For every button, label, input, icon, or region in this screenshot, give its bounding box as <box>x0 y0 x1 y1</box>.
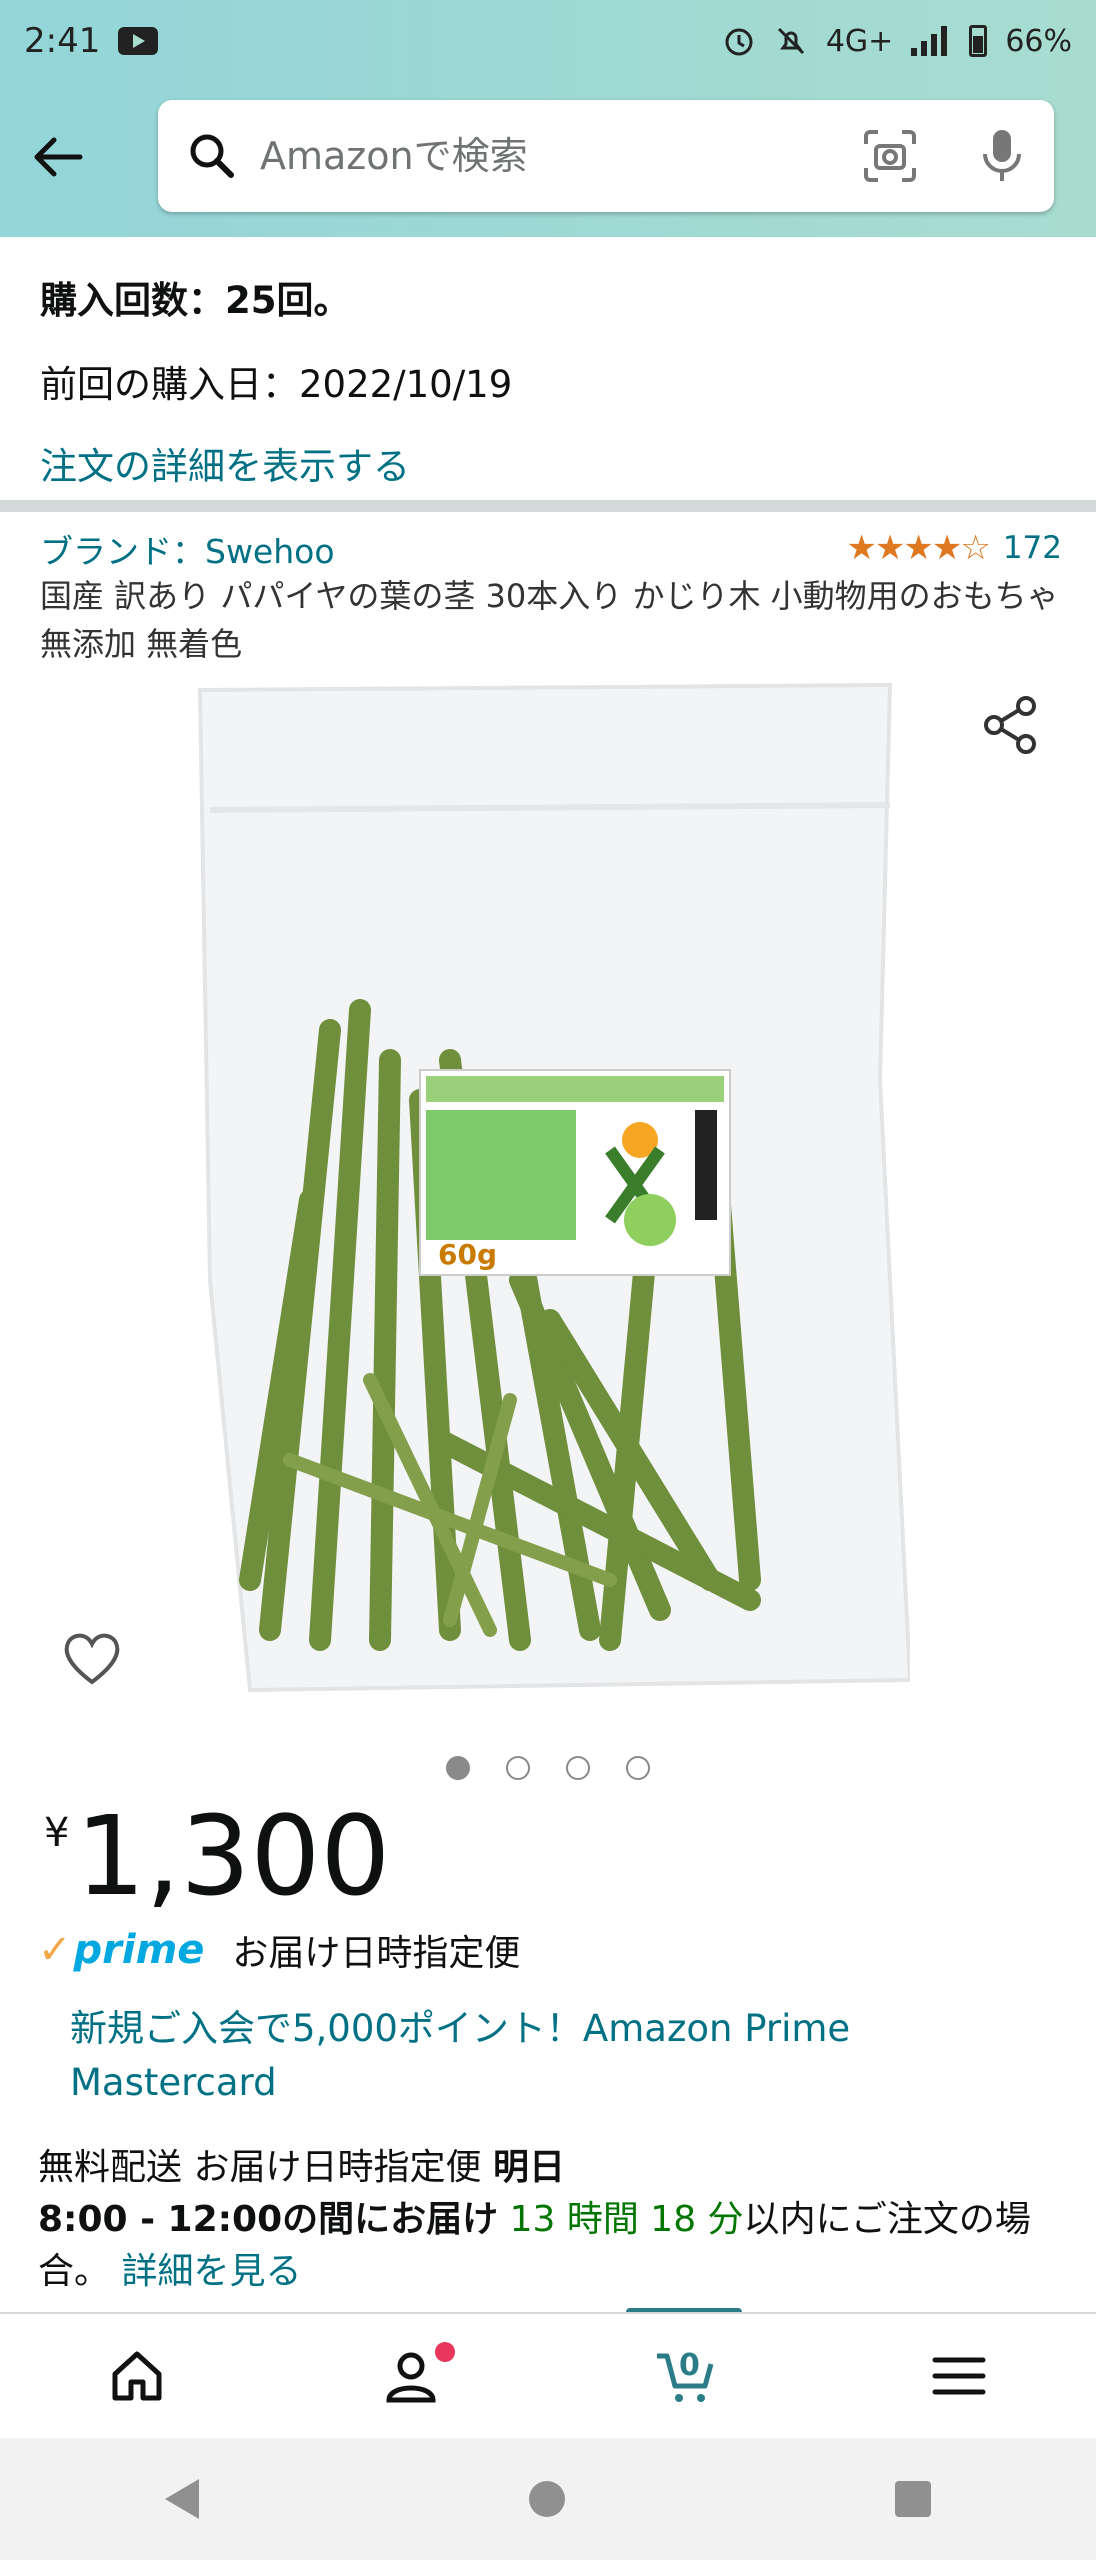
account-icon <box>386 2352 436 2403</box>
system-navigation-bar <box>0 2438 1096 2560</box>
nav-account[interactable] <box>351 2326 471 2426</box>
order-countdown: 13 時間 18 分 <box>509 2199 744 2240</box>
prime-delivery-text: お届け日時指定便 <box>232 1933 521 1974</box>
youtube-notification-icon <box>118 27 159 55</box>
prime-check-icon: ✓ <box>38 1927 72 1973</box>
mute-bell-icon <box>777 27 804 55</box>
microphone-icon[interactable] <box>978 126 1026 186</box>
carousel-dot[interactable] <box>626 1756 650 1780</box>
purchase-count: 購入回数：25回。 <box>40 279 351 322</box>
wishlist-heart-icon[interactable] <box>60 1628 124 1688</box>
network-type: 4G+ <box>825 23 894 59</box>
rating-count: 172 <box>1002 530 1062 566</box>
share-icon[interactable] <box>980 694 1042 756</box>
rating[interactable]: ★★★★☆ 172 <box>846 528 1062 568</box>
delivery-details-link[interactable]: 詳細を見る <box>121 2251 301 2292</box>
bottom-navigation: 0 <box>0 2312 1096 2438</box>
alarm-icon <box>725 28 753 56</box>
home-icon <box>112 2351 162 2401</box>
search-input[interactable] <box>260 134 820 178</box>
image-carousel-indicator <box>446 1756 650 1780</box>
nav-home[interactable] <box>77 2326 197 2426</box>
product-title: 国産 訳あり パパイヤの葉の茎 30本入り かじり木 小動物用のおもちゃ 無添加… <box>40 577 1059 663</box>
carousel-dot[interactable] <box>566 1756 590 1780</box>
signal-icon <box>911 26 951 56</box>
status-icons: 4G+ 66% <box>722 24 1072 59</box>
carousel-dot[interactable] <box>446 1756 470 1780</box>
star-rating-icon: ★★★★☆ <box>846 528 990 568</box>
status-time: 2:41 <box>24 21 101 61</box>
nav-menu[interactable] <box>899 2326 1019 2426</box>
price-currency: ¥ <box>44 1810 70 1856</box>
price-amount: 1,300 <box>75 1792 391 1920</box>
search-box[interactable] <box>158 100 1054 212</box>
price: ¥ 1,300 <box>44 1796 390 1916</box>
prime-badge: ✓ prime お届け日時指定便 <box>38 1924 520 1976</box>
search-icon <box>190 134 234 178</box>
battery-icon <box>969 25 988 57</box>
order-details-link[interactable]: 注文の詳細を表示する <box>40 436 512 490</box>
purchase-history: 購入回数：25回。 前回の購入日：2022/10/19 注文の詳細を表示する <box>40 270 512 490</box>
brand-link[interactable]: ブランド：Swehoo <box>40 525 335 573</box>
prime-mastercard-promo-link[interactable]: 新規ご入会で5,000ポイント！Amazon Prime Mastercard <box>70 2002 930 2110</box>
notification-dot <box>435 2342 455 2362</box>
last-purchase-date: 前回の購入日：2022/10/19 <box>40 363 513 406</box>
product-image[interactable]: 60g <box>190 680 910 1700</box>
nav-cart[interactable]: 0 <box>625 2326 745 2426</box>
carousel-dot[interactable] <box>506 1756 530 1780</box>
free-shipping-label: 無料配送 <box>38 2147 183 2188</box>
prime-logo: ✓ prime <box>38 1927 204 1973</box>
svg-text:60g: 60g <box>438 1238 497 1271</box>
section-divider <box>0 500 1096 512</box>
delivery-window: 8:00 - 12:00の間にお届け <box>38 2199 499 2240</box>
status-bar: 2:41 4G+ 66% <box>0 0 1096 82</box>
hamburger-menu-icon <box>932 2357 986 2395</box>
cart-count: 0 <box>679 2348 700 2383</box>
delivery-day: 明日 <box>492 2147 565 2188</box>
system-home-icon[interactable] <box>529 2481 565 2517</box>
back-arrow-icon[interactable] <box>28 127 88 187</box>
system-back-icon[interactable] <box>165 2479 199 2519</box>
search-header <box>0 82 1096 237</box>
delivery-info: 無料配送 お届け日時指定便 明日 8:00 - 12:00の間にお届け 13 時… <box>38 2142 1068 2298</box>
battery-percent: 66% <box>1005 23 1072 59</box>
prime-logo-text: prime <box>73 1927 205 1973</box>
system-recents-icon[interactable] <box>895 2481 931 2517</box>
camera-scan-icon[interactable] <box>862 128 918 184</box>
delivery-service: お届け日時指定便 <box>193 2147 482 2188</box>
